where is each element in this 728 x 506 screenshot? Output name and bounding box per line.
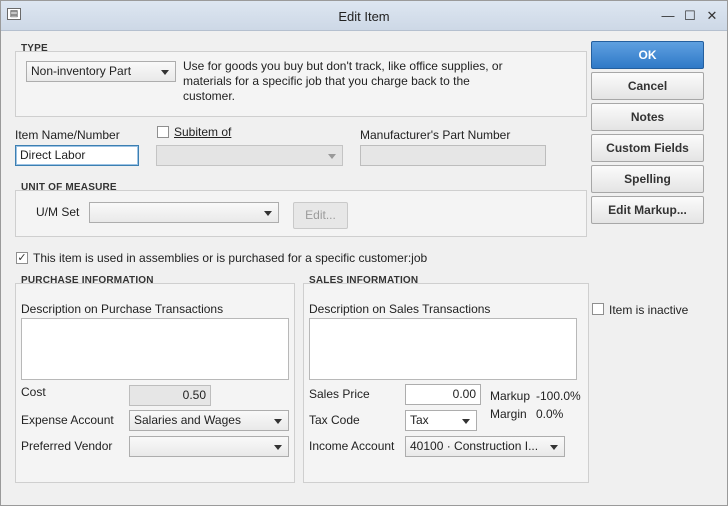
markup-value: -100.0% bbox=[536, 389, 581, 403]
cancel-button[interactable]: Cancel bbox=[591, 72, 704, 100]
preferred-vendor-dropdown[interactable] bbox=[129, 436, 289, 457]
inactive-checkbox[interactable] bbox=[592, 303, 604, 315]
ok-button[interactable]: OK bbox=[591, 41, 704, 69]
subitem-label: Subitem of bbox=[174, 125, 232, 139]
item-name-field[interactable]: Direct Labor bbox=[15, 145, 139, 166]
item-name-label: Item Name/Number bbox=[15, 128, 120, 142]
mfr-part-label: Manufacturer's Part Number bbox=[360, 128, 511, 142]
minimize-icon[interactable]: — bbox=[661, 9, 675, 23]
inactive-label: Item is inactive bbox=[609, 303, 689, 317]
maximize-icon[interactable]: ☐ bbox=[683, 9, 697, 23]
chevron-down-icon bbox=[274, 445, 282, 450]
income-account-dropdown[interactable]: 40100 · Construction I... bbox=[405, 436, 565, 457]
chevron-down-icon bbox=[264, 211, 272, 216]
purchase-desc-textarea[interactable] bbox=[21, 318, 289, 380]
cost-label: Cost bbox=[21, 385, 46, 399]
sales-price-field[interactable]: 0.00 bbox=[405, 384, 481, 405]
title-bar: ▤ Edit Item — ☐ ✕ bbox=[1, 1, 727, 31]
edit-markup-button[interactable]: Edit Markup... bbox=[591, 196, 704, 224]
chevron-down-icon bbox=[550, 445, 558, 450]
window-title: Edit Item bbox=[338, 9, 390, 24]
expense-account-label: Expense Account bbox=[21, 413, 114, 427]
cost-field[interactable]: 0.50 bbox=[129, 385, 211, 406]
tax-code-label: Tax Code bbox=[309, 413, 360, 427]
um-set-label: U/M Set bbox=[36, 205, 80, 219]
margin-label: Margin bbox=[490, 407, 527, 421]
spelling-button[interactable]: Spelling bbox=[591, 165, 704, 193]
subitem-dropdown[interactable] bbox=[156, 145, 343, 166]
custom-fields-button[interactable]: Custom Fields bbox=[591, 134, 704, 162]
tax-code-dropdown[interactable]: Tax bbox=[405, 410, 477, 431]
notes-button[interactable]: Notes bbox=[591, 103, 704, 131]
chevron-down-icon bbox=[274, 419, 282, 424]
type-description: Use for goods you buy but don't track, l… bbox=[183, 59, 503, 103]
preferred-vendor-label: Preferred Vendor bbox=[21, 439, 113, 453]
close-icon[interactable]: ✕ bbox=[705, 9, 719, 23]
expense-account-value: Salaries and Wages bbox=[134, 413, 241, 427]
markup-label: Markup bbox=[490, 389, 531, 403]
edit-item-window: ▤ Edit Item — ☐ ✕ TYPE Non-inventory Par… bbox=[0, 0, 728, 506]
type-dropdown-value: Non-inventory Part bbox=[31, 64, 132, 78]
expense-account-dropdown[interactable]: Salaries and Wages bbox=[129, 410, 289, 431]
assembly-label: This item is used in assemblies or is pu… bbox=[33, 251, 428, 265]
income-account-label: Income Account bbox=[309, 439, 395, 453]
chevron-down-icon bbox=[328, 154, 336, 159]
sales-price-label: Sales Price bbox=[309, 387, 370, 401]
assembly-checkbox[interactable]: ✓ bbox=[16, 252, 28, 264]
chevron-down-icon bbox=[161, 70, 169, 75]
chevron-down-icon bbox=[462, 419, 470, 424]
um-set-dropdown[interactable] bbox=[89, 202, 279, 223]
sales-desc-label: Description on Sales Transactions bbox=[309, 302, 491, 316]
sales-desc-textarea[interactable] bbox=[309, 318, 577, 380]
type-dropdown[interactable]: Non-inventory Part bbox=[26, 61, 176, 82]
um-edit-button[interactable]: Edit... bbox=[293, 202, 348, 229]
mfr-part-field[interactable] bbox=[360, 145, 546, 166]
margin-value: 0.0% bbox=[536, 407, 564, 421]
purchase-desc-label: Description on Purchase Transactions bbox=[21, 302, 224, 316]
tax-code-value: Tax bbox=[410, 413, 429, 427]
income-account-value: 40100 · Construction I... bbox=[410, 439, 539, 453]
subitem-checkbox[interactable] bbox=[157, 126, 169, 138]
